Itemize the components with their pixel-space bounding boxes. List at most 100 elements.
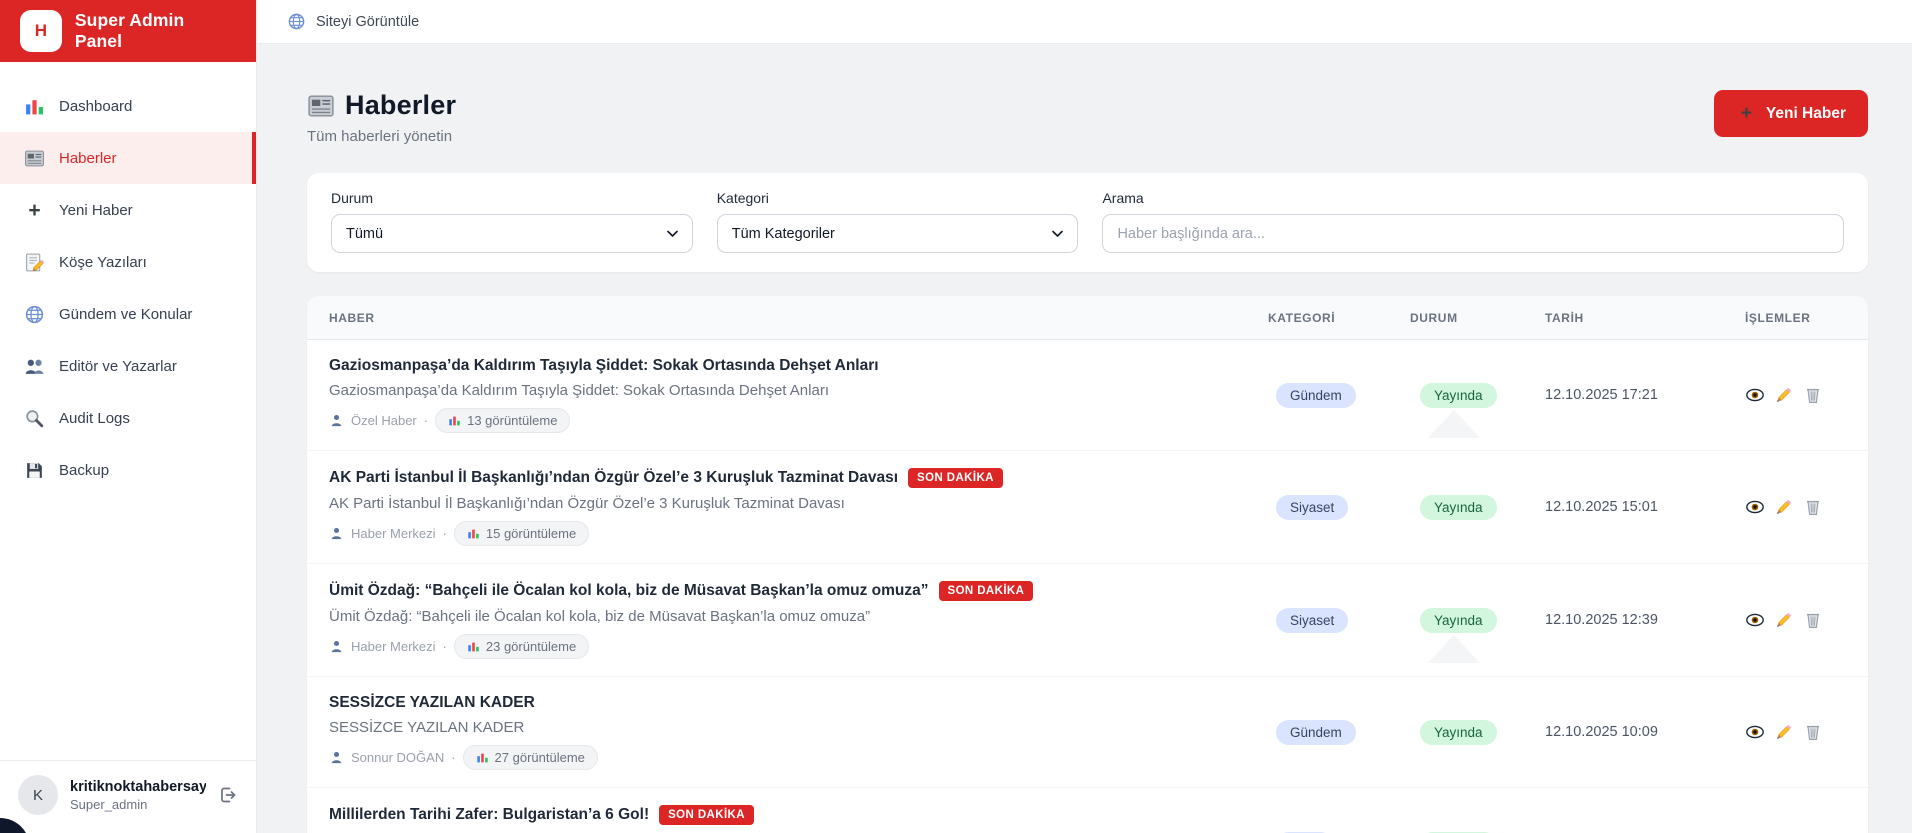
page-title: Haberler — [345, 90, 457, 120]
edit-button[interactable] — [1774, 722, 1794, 742]
avatar: K — [18, 775, 58, 815]
col-header-kategori: KATEGORİ — [1268, 310, 1336, 325]
new-news-button[interactable]: + Yeni Haber — [1713, 90, 1868, 137]
sidebar-item-dashboard[interactable]: Dashboard — [0, 80, 256, 132]
sidebar-item-label: Backup — [59, 461, 110, 479]
col-header-islemler: İŞLEMLER — [1745, 310, 1811, 325]
view-button[interactable] — [1745, 497, 1765, 517]
status-select[interactable]: Tümü — [331, 214, 693, 253]
sidebar-item-gundem-ve-konular[interactable]: Gündem ve Konular — [0, 288, 256, 340]
bar-chart-icon — [449, 416, 460, 426]
sidebar-item-audit-logs[interactable]: Audit Logs — [0, 392, 256, 444]
news-subtitle: AK Parti İstanbul İl Başkanlığı’ndan Özg… — [329, 495, 845, 512]
news-author: Haber Merkezi — [351, 526, 436, 541]
sidebar-item-kose-yazilari[interactable]: Köşe Yazıları — [0, 236, 256, 288]
sidebar-item-yeni-haber[interactable]: + Yeni Haber — [0, 184, 256, 236]
edit-button[interactable] — [1774, 385, 1794, 405]
person-icon — [331, 527, 342, 540]
eye-icon — [1746, 500, 1764, 514]
category-badge: Gündem — [1276, 382, 1356, 408]
delete-button[interactable] — [1803, 497, 1823, 517]
views-badge: 27 görüntüleme — [462, 745, 598, 770]
table-row: Millilerden Tarihi Zafer: Bulgaristan’a … — [307, 788, 1868, 833]
category-badge: Siyaset — [1276, 494, 1349, 520]
edit-button[interactable] — [1774, 497, 1794, 517]
sidebar-item-backup[interactable]: Backup — [0, 444, 256, 496]
news-table: HABER KATEGORİ DURUM TARİH İŞLEMLER Gazi… — [307, 296, 1868, 833]
sidebar-item-label: Köşe Yazıları — [59, 253, 147, 271]
news-title: SESSİZCE YAZILAN KADER — [329, 694, 535, 711]
category-filter-label: Kategori — [716, 190, 769, 206]
sidebar-nav: Dashboard Haberler + Yeni Haber Köşe Yaz… — [0, 62, 256, 496]
chevron-down-icon — [1052, 230, 1064, 237]
breaking-badge: SON DAKİKA — [659, 805, 754, 825]
person-icon — [331, 414, 342, 427]
col-header-haber: HABER — [329, 310, 375, 325]
tooltip-arrow — [1428, 410, 1480, 438]
trash-icon — [1806, 388, 1820, 404]
news-date: 12.10.2025 12:39 — [1545, 612, 1658, 628]
status-badge: Yayında — [1420, 607, 1497, 633]
bar-chart-icon — [26, 99, 43, 114]
status-badge: Yayında — [1420, 494, 1497, 520]
news-title: AK Parti İstanbul İl Başkanlığı’ndan Özg… — [329, 469, 899, 486]
view-site-link[interactable]: Siteyi Görüntüle — [287, 12, 419, 31]
views-badge: 13 görüntüleme — [435, 408, 571, 433]
delete-button[interactable] — [1803, 610, 1823, 630]
table-row: SESSİZCE YAZILAN KADER SON DAKİKA SESSİZ… — [307, 677, 1868, 788]
user-panel: K kritiknoktahabersayfa... Super_admin — [0, 760, 256, 833]
status-badge: Yayında — [1420, 719, 1497, 745]
bar-chart-icon — [476, 753, 488, 763]
breaking-badge: SON DAKİKA — [908, 468, 1003, 488]
sidebar-item-label: Haberler — [59, 149, 117, 167]
pencil-icon — [1776, 499, 1792, 515]
table-row: Gaziosmanpaşa’da Kaldırım Taşıyla Şiddet… — [307, 340, 1868, 451]
status-filter-label: Durum — [331, 190, 374, 206]
globe-icon — [25, 305, 44, 323]
news-title: Millilerden Tarihi Zafer: Bulgaristan’a … — [329, 806, 650, 823]
main-content: Haberler Tüm haberleri yönetin + Yeni Ha… — [257, 44, 1912, 833]
delete-button[interactable] — [1803, 385, 1823, 405]
news-subtitle: Ümit Özdağ: “Bahçeli ile Öcalan kol kola… — [329, 608, 871, 625]
delete-button[interactable] — [1803, 722, 1823, 742]
news-date: 12.10.2025 17:21 — [1545, 387, 1658, 403]
view-site-label: Siteyi Görüntüle — [316, 13, 420, 30]
sidebar: H Super Admin Panel Dashboard Haberler +… — [0, 0, 257, 833]
sidebar-item-editor-ve-yazarlar[interactable]: Editör ve Yazarlar — [0, 340, 256, 392]
sidebar-item-haberler[interactable]: Haberler — [0, 132, 256, 184]
sidebar-item-label: Gündem ve Konular — [59, 305, 193, 323]
plus-icon: + — [1740, 103, 1752, 124]
floppy-icon — [27, 462, 42, 478]
news-subtitle: SESSİZCE YAZILAN KADER — [329, 719, 525, 736]
edit-button[interactable] — [1774, 610, 1794, 630]
eye-icon — [1746, 388, 1764, 402]
topbar: Siteyi Görüntüle — [257, 0, 1912, 44]
table-header-row: HABER KATEGORİ DURUM TARİH İŞLEMLER — [307, 296, 1868, 340]
table-row: Ümit Özdağ: “Bahçeli ile Öcalan kol kola… — [307, 564, 1868, 677]
newspaper-icon — [24, 150, 45, 166]
news-author: Haber Merkezi — [351, 639, 436, 654]
page-header: Haberler Tüm haberleri yönetin + Yeni Ha… — [307, 90, 1868, 145]
plus-icon: + — [28, 198, 41, 222]
logout-icon[interactable] — [218, 785, 238, 805]
category-select[interactable]: Tüm Kategoriler — [716, 214, 1079, 253]
news-title: Gaziosmanpaşa’da Kaldırım Taşıyla Şiddet… — [329, 357, 879, 374]
search-input[interactable] — [1102, 214, 1844, 253]
view-button[interactable] — [1745, 722, 1765, 742]
breaking-badge: SON DAKİKA — [938, 581, 1034, 601]
eye-icon — [1746, 725, 1764, 739]
col-header-tarih: TARİH — [1545, 310, 1584, 325]
globe-icon — [288, 13, 305, 30]
user-role: Super_admin — [70, 796, 148, 812]
sidebar-item-label: Yeni Haber — [59, 201, 133, 219]
view-button[interactable] — [1745, 610, 1765, 630]
person-icon — [331, 751, 342, 764]
bar-chart-icon — [468, 642, 479, 652]
views-badge: 15 görüntüleme — [453, 521, 590, 546]
view-button[interactable] — [1745, 385, 1765, 405]
status-badge: Yayında — [1420, 382, 1497, 408]
category-badge: Siyaset — [1276, 607, 1349, 633]
news-title: Ümit Özdağ: “Bahçeli ile Öcalan kol kola… — [329, 582, 929, 599]
tooltip-arrow — [1428, 635, 1480, 663]
brand-header: H Super Admin Panel — [0, 0, 256, 62]
